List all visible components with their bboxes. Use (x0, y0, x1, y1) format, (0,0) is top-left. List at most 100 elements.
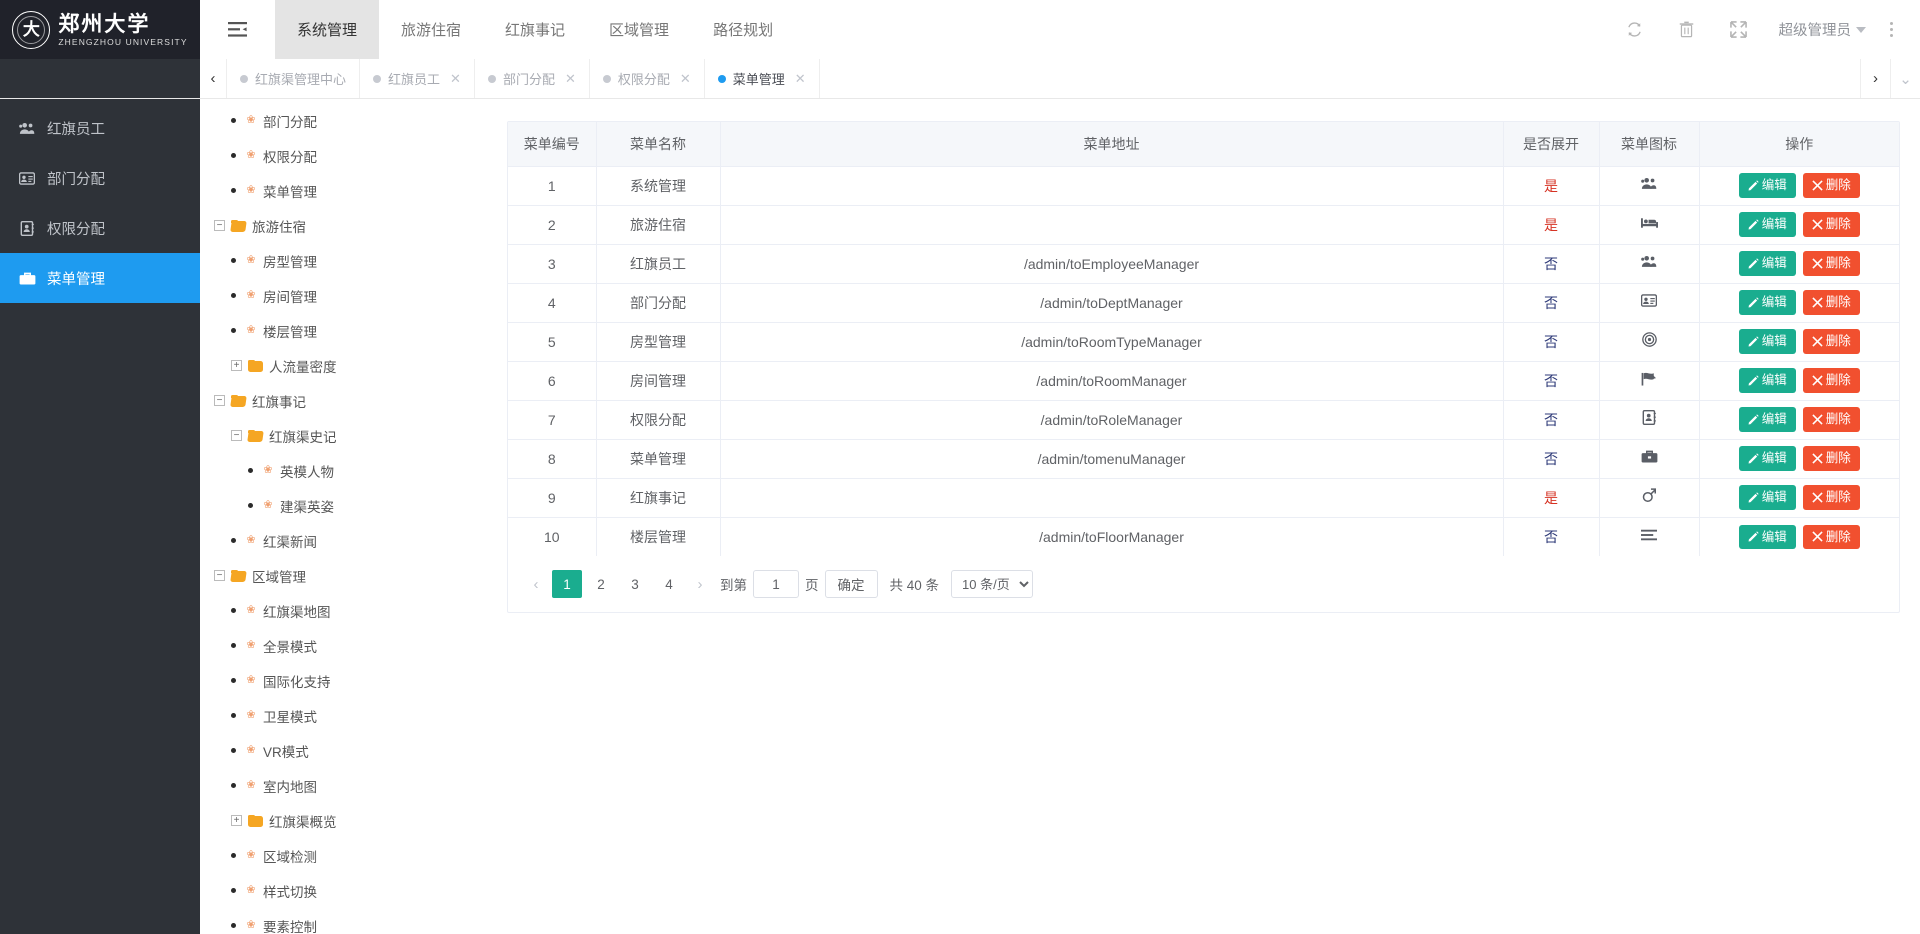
pagination-page-2[interactable]: 2 (586, 570, 616, 598)
col-header-action[interactable]: 操作 (1699, 122, 1899, 167)
tree-folder-node[interactable]: − 红旗渠史记 (200, 418, 506, 453)
table-row[interactable]: 5 房型管理/admin/toRoomTypeManager 否 编辑 删除 (508, 322, 1899, 362)
edit-button[interactable]: 编辑 (1738, 212, 1796, 237)
sidebar-item-3[interactable]: 权限分配 (0, 203, 200, 253)
tab-close-icon[interactable]: ✕ (680, 71, 691, 87)
edit-button[interactable]: 编辑 (1738, 368, 1796, 393)
collapse-toggle-icon[interactable]: − (214, 570, 225, 581)
tree-leaf-node[interactable]: ❀ 卫星模式 (200, 698, 506, 733)
delete-button[interactable]: 删除 (1802, 212, 1860, 237)
tab-item-4[interactable]: 权限分配 ✕ (590, 59, 705, 98)
delete-button[interactable]: 删除 (1802, 524, 1860, 549)
pagination-goto-input[interactable] (753, 570, 799, 598)
fullscreen-icon[interactable] (1713, 0, 1765, 59)
table-row[interactable]: 2 旅游住宿 是 编辑 删除 (508, 205, 1899, 245)
trash-icon[interactable] (1661, 0, 1713, 59)
table-row[interactable]: 4 部门分配/admin/toDeptManager 否 编辑 删除 (508, 283, 1899, 323)
col-header-url[interactable]: 菜单地址 (720, 122, 1504, 167)
sidebar-item-1[interactable]: 红旗员工 (0, 103, 200, 153)
table-row[interactable]: 1 系统管理 是 编辑 删除 (508, 166, 1899, 206)
topnav-item-2[interactable]: 旅游住宿 (379, 0, 483, 59)
pagination-confirm-button[interactable]: 确定 (824, 570, 878, 598)
tree-leaf-node[interactable]: ❀ VR模式 (200, 733, 506, 768)
tree-leaf-node[interactable]: ❀ 建渠英姿 (200, 488, 506, 523)
tree-leaf-node[interactable]: ❀ 红旗渠地图 (200, 593, 506, 628)
tabs-dropdown-icon[interactable]: ⌄ (1890, 59, 1920, 98)
pagination-page-1[interactable]: 1 (552, 570, 582, 598)
tree-folder-node[interactable]: − 区域管理 (200, 558, 506, 593)
table-row[interactable]: 6 房间管理/admin/toRoomManager 否 编辑 删除 (508, 361, 1899, 401)
tree-leaf-node[interactable]: ❀ 国际化支持 (200, 663, 506, 698)
sidebar-item-2[interactable]: 部门分配 (0, 153, 200, 203)
col-header-id[interactable]: 菜单编号 (508, 122, 597, 167)
tab-close-icon[interactable]: ✕ (565, 71, 576, 87)
tab-item-5[interactable]: 菜单管理 ✕ (705, 59, 820, 98)
edit-button[interactable]: 编辑 (1738, 446, 1796, 471)
tabs-scroll-left-icon[interactable]: ‹ (200, 59, 227, 98)
tab-item-2[interactable]: 红旗员工 ✕ (360, 59, 475, 98)
menu-collapse-icon[interactable] (200, 0, 275, 59)
tab-close-icon[interactable]: ✕ (795, 71, 806, 87)
topnav-item-1[interactable]: 系统管理 (275, 0, 380, 59)
refresh-icon[interactable] (1609, 0, 1661, 59)
topnav-item-5[interactable]: 路径规划 (691, 0, 795, 59)
tree-folder-node[interactable]: + 人流量密度 (200, 348, 506, 383)
collapse-toggle-icon[interactable]: − (231, 430, 242, 441)
tab-item-3[interactable]: 部门分配 ✕ (475, 59, 590, 98)
collapse-toggle-icon[interactable]: − (214, 395, 225, 406)
collapse-toggle-icon[interactable]: − (214, 220, 225, 231)
delete-button[interactable]: 删除 (1802, 173, 1860, 198)
table-row[interactable]: 10 楼层管理/admin/toFloorManager 否 编辑 删除 (508, 517, 1899, 556)
tree-leaf-node[interactable]: ❀ 菜单管理 (200, 173, 506, 208)
delete-button[interactable]: 删除 (1802, 368, 1860, 393)
col-header-expand[interactable]: 是否展开 (1503, 122, 1600, 167)
tree-leaf-node[interactable]: ❀ 部门分配 (200, 103, 506, 138)
expand-toggle-icon[interactable]: + (231, 360, 242, 371)
tree-leaf-node[interactable]: ❀ 房型管理 (200, 243, 506, 278)
page-size-select[interactable]: 10 条/页 (951, 570, 1034, 598)
delete-button[interactable]: 删除 (1802, 485, 1860, 510)
table-row[interactable]: 9 红旗事记 是 编辑 删除 (508, 478, 1899, 518)
brand-logo[interactable]: 大 郑州大学 ZHENGZHOU UNIVERSITY (0, 0, 200, 59)
pagination-page-3[interactable]: 3 (620, 570, 650, 598)
tabs-scroll-right-icon[interactable]: › (1860, 59, 1890, 98)
delete-button[interactable]: 删除 (1802, 290, 1860, 315)
delete-button[interactable]: 删除 (1802, 446, 1860, 471)
topnav-item-4[interactable]: 区域管理 (587, 0, 691, 59)
edit-button[interactable]: 编辑 (1738, 290, 1796, 315)
tree-leaf-node[interactable]: ❀ 样式切换 (200, 873, 506, 908)
tab-item-1[interactable]: 红旗渠管理中心 (227, 59, 361, 98)
tree-leaf-node[interactable]: ❀ 全景模式 (200, 628, 506, 663)
tree-leaf-node[interactable]: ❀ 房间管理 (200, 278, 506, 313)
user-menu[interactable]: 超级管理员 (1765, 19, 1881, 40)
edit-button[interactable]: 编辑 (1738, 485, 1796, 510)
tree-leaf-node[interactable]: ❀ 红渠新闻 (200, 523, 506, 558)
delete-button[interactable]: 删除 (1802, 329, 1860, 354)
expand-toggle-icon[interactable]: + (231, 815, 242, 826)
table-row[interactable]: 8 菜单管理/admin/tomenuManager 否 编辑 删除 (508, 439, 1899, 479)
edit-button[interactable]: 编辑 (1738, 524, 1796, 549)
topnav-item-3[interactable]: 红旗事记 (483, 0, 587, 59)
tab-close-icon[interactable]: ✕ (450, 71, 461, 87)
tree-leaf-node[interactable]: ❀ 权限分配 (200, 138, 506, 173)
pagination-page-4[interactable]: 4 (654, 570, 684, 598)
pagination-next-icon[interactable]: › (686, 570, 714, 598)
tree-leaf-node[interactable]: ❀ 英模人物 (200, 453, 506, 488)
delete-button[interactable]: 删除 (1802, 251, 1860, 276)
tree-folder-node[interactable]: − 旅游住宿 (200, 208, 506, 243)
edit-button[interactable]: 编辑 (1738, 173, 1796, 198)
pagination-prev-icon[interactable]: ‹ (522, 570, 550, 598)
table-row[interactable]: 7 权限分配/admin/toRoleManager 否 编辑 删除 (508, 400, 1899, 440)
edit-button[interactable]: 编辑 (1738, 251, 1796, 276)
edit-button[interactable]: 编辑 (1738, 329, 1796, 354)
edit-button[interactable]: 编辑 (1738, 407, 1796, 432)
col-header-icon[interactable]: 菜单图标 (1599, 122, 1700, 167)
tree-leaf-node[interactable]: ❀ 室内地图 (200, 768, 506, 803)
tree-folder-node[interactable]: + 红旗渠概览 (200, 803, 506, 838)
tree-leaf-node[interactable]: ❀ 楼层管理 (200, 313, 506, 348)
sidebar-item-4[interactable]: 菜单管理 (0, 253, 200, 303)
tree-leaf-node[interactable]: ❀ 要素控制 (200, 908, 506, 934)
table-row[interactable]: 3 红旗员工/admin/toEmployeeManager 否 编辑 删除 (508, 244, 1899, 284)
overflow-menu-icon[interactable] (1880, 22, 1906, 37)
col-header-name[interactable]: 菜单名称 (596, 122, 721, 167)
